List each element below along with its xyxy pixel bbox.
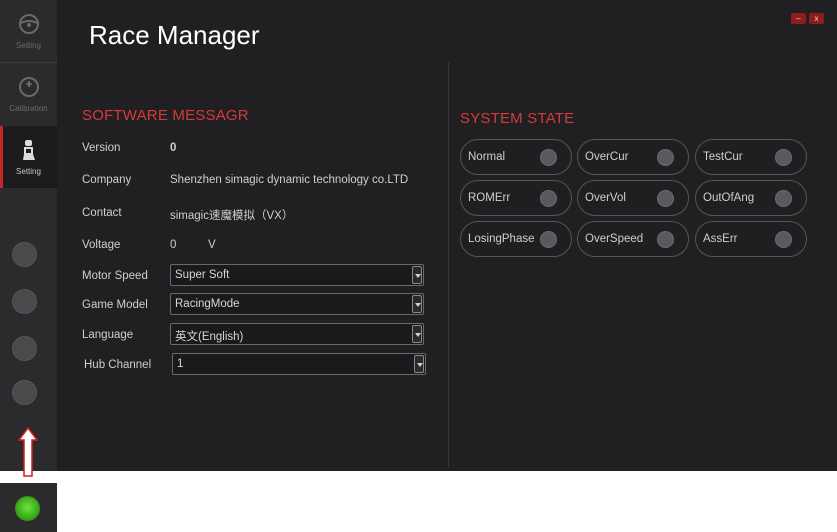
- company-value: Shenzhen simagic dynamic technology co.L…: [170, 174, 409, 186]
- language-select[interactable]: 英文(English): [170, 323, 424, 345]
- status-dot: [12, 380, 37, 405]
- steering-wheel-icon: [18, 13, 39, 34]
- state-overvol: OverVol: [577, 180, 689, 216]
- hub-channel-value: 1: [177, 358, 184, 370]
- chevron-down-icon[interactable]: [414, 355, 424, 373]
- sidebar-item-setting[interactable]: Setting: [0, 0, 57, 62]
- state-label: OverSpeed: [585, 233, 644, 245]
- state-label: AssErr: [703, 233, 738, 245]
- state-overcur: OverCur: [577, 139, 689, 175]
- version-label: Version: [82, 142, 121, 154]
- state-label: ROMErr: [468, 192, 511, 204]
- hub-channel-select[interactable]: 1: [172, 353, 426, 375]
- sidebar-item-label: Setting: [16, 166, 41, 176]
- status-led: [540, 149, 557, 166]
- status-dot: [12, 336, 37, 361]
- status-led: [657, 231, 674, 248]
- language-label: Language: [82, 329, 134, 341]
- motor-speed-label: Motor Speed: [82, 270, 148, 282]
- state-romerr: ROMErr: [460, 180, 572, 216]
- sidebar-item-label: Calibration: [9, 103, 48, 113]
- state-losingphase: LosingPhase: [460, 221, 572, 257]
- voltage-unit: V: [208, 239, 216, 251]
- close-button[interactable]: x: [809, 13, 824, 24]
- status-led: [657, 190, 674, 207]
- status-led: [540, 231, 557, 248]
- contact-value: simagic速魔模拟（VX）: [170, 210, 294, 222]
- sidebar-item-label: Setting: [16, 40, 41, 50]
- motor-speed-select[interactable]: Super Soft: [170, 264, 424, 286]
- hub-channel-label: Hub Channel: [84, 359, 152, 371]
- chevron-down-icon[interactable]: [412, 266, 422, 284]
- language-value: 英文(English): [175, 331, 244, 343]
- state-testcur: TestCur: [695, 139, 807, 175]
- state-label: TestCur: [703, 151, 743, 163]
- app-window: Setting Calibration Setting – x Race Man…: [0, 0, 837, 471]
- state-label: LosingPhase: [468, 233, 535, 245]
- system-state-title: SYSTEM STATE: [460, 110, 575, 127]
- status-dot: [12, 289, 37, 314]
- software-section-title: SOFTWARE MESSAGR: [82, 107, 249, 124]
- minimize-button[interactable]: –: [791, 13, 806, 24]
- arrow-up-icon: [18, 427, 38, 477]
- app-title: Race Manager: [89, 20, 260, 50]
- sidebar-item-setting-active[interactable]: Setting: [0, 126, 57, 188]
- chevron-down-icon[interactable]: [412, 325, 422, 343]
- seat-icon: [22, 139, 35, 160]
- state-label: OverCur: [585, 151, 629, 163]
- state-overspeed: OverSpeed: [577, 221, 689, 257]
- chevron-down-icon[interactable]: [412, 295, 422, 313]
- state-label: OutOfAng: [703, 192, 755, 204]
- state-label: OverVol: [585, 192, 626, 204]
- status-led: [657, 149, 674, 166]
- state-label: Normal: [468, 151, 506, 163]
- game-model-label: Game Model: [82, 299, 148, 311]
- version-value: 0: [170, 142, 177, 154]
- sidebar: Setting Calibration Setting: [0, 0, 57, 471]
- contact-label: Contact: [82, 207, 122, 219]
- status-led: [775, 190, 792, 207]
- status-led: [775, 149, 792, 166]
- state-normal: Normal: [460, 139, 572, 175]
- sidebar-item-calibration[interactable]: Calibration: [0, 63, 57, 125]
- voltage-value: 0: [170, 239, 177, 251]
- status-led: [540, 190, 557, 207]
- panel-divider: [448, 62, 449, 467]
- connection-led: [15, 496, 40, 521]
- voltage-label: Voltage: [82, 239, 121, 251]
- connection-indicator: [0, 483, 57, 532]
- status-led: [775, 231, 792, 248]
- status-dot: [12, 242, 37, 267]
- state-outofang: OutOfAng: [695, 180, 807, 216]
- game-model-value: RacingMode: [175, 298, 240, 310]
- motor-speed-value: Super Soft: [175, 269, 230, 281]
- game-model-select[interactable]: RacingMode: [170, 293, 424, 315]
- company-label: Company: [82, 174, 132, 186]
- gauge-icon: [18, 76, 39, 97]
- state-asserr: AssErr: [695, 221, 807, 257]
